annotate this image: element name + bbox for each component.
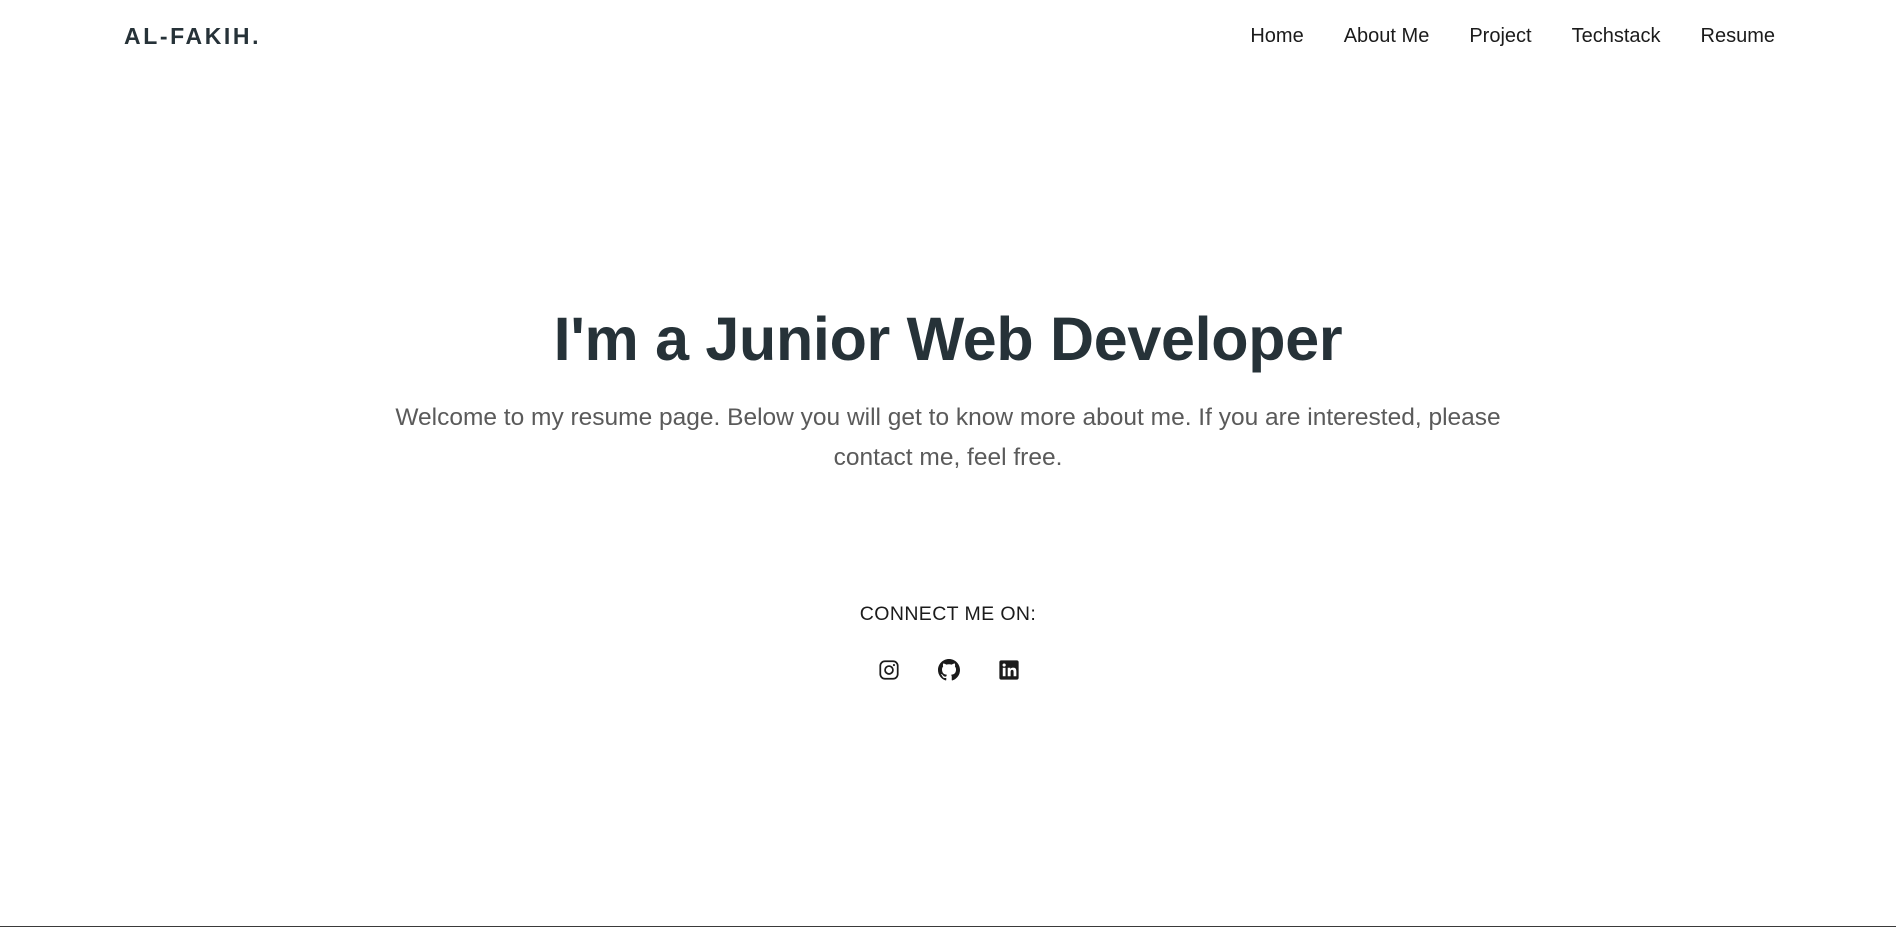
nav-item-about: About Me <box>1344 23 1430 49</box>
nav-item-resume: Resume <box>1701 23 1775 49</box>
social-links <box>0 659 1896 681</box>
brand-logo[interactable]: AL-FAKIH. <box>124 22 261 50</box>
page: AL-FAKIH. Home About Me Project Techstac… <box>0 0 1896 927</box>
linkedin-icon <box>999 660 1019 680</box>
nav-link-techstack[interactable]: Techstack <box>1572 25 1661 47</box>
nav-links: Home About Me Project Techstack Resume <box>1250 23 1775 49</box>
navbar: AL-FAKIH. Home About Me Project Techstac… <box>0 0 1896 72</box>
hero-section: I'm a Junior Web Developer Welcome to my… <box>0 300 1896 478</box>
connect-label: CONNECT ME ON: <box>859 603 1037 625</box>
nav-link-home[interactable]: Home <box>1250 25 1303 47</box>
github-link[interactable] <box>938 659 960 681</box>
linkedin-link[interactable] <box>998 659 1020 681</box>
nav-link-project[interactable]: Project <box>1469 25 1531 47</box>
nav-item-techstack: Techstack <box>1572 23 1661 49</box>
nav-item-project: Project <box>1469 23 1531 49</box>
nav-link-resume[interactable]: Resume <box>1701 25 1775 47</box>
hero-title: I'm a Junior Web Developer <box>553 305 1343 373</box>
instagram-link[interactable] <box>878 659 900 681</box>
connect-section: CONNECT ME ON: <box>0 601 1896 681</box>
nav-item-home: Home <box>1250 23 1303 49</box>
hero-subtitle: Welcome to my resume page. Below you wil… <box>395 404 1501 471</box>
instagram-icon <box>879 660 899 680</box>
nav-link-about-me[interactable]: About Me <box>1344 25 1430 47</box>
github-icon <box>938 659 960 681</box>
